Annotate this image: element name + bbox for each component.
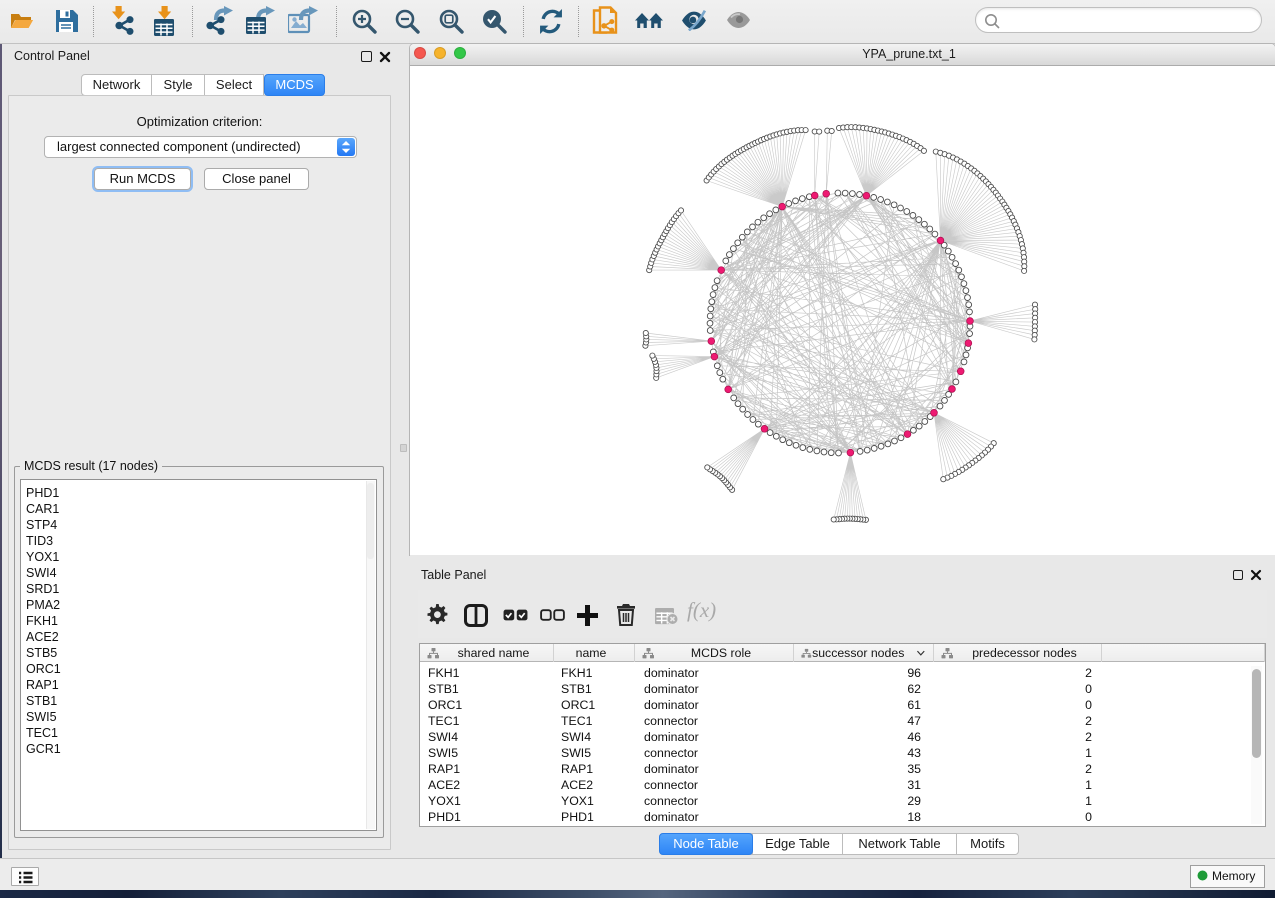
svg-text:f(x): f(x) <box>687 600 716 622</box>
